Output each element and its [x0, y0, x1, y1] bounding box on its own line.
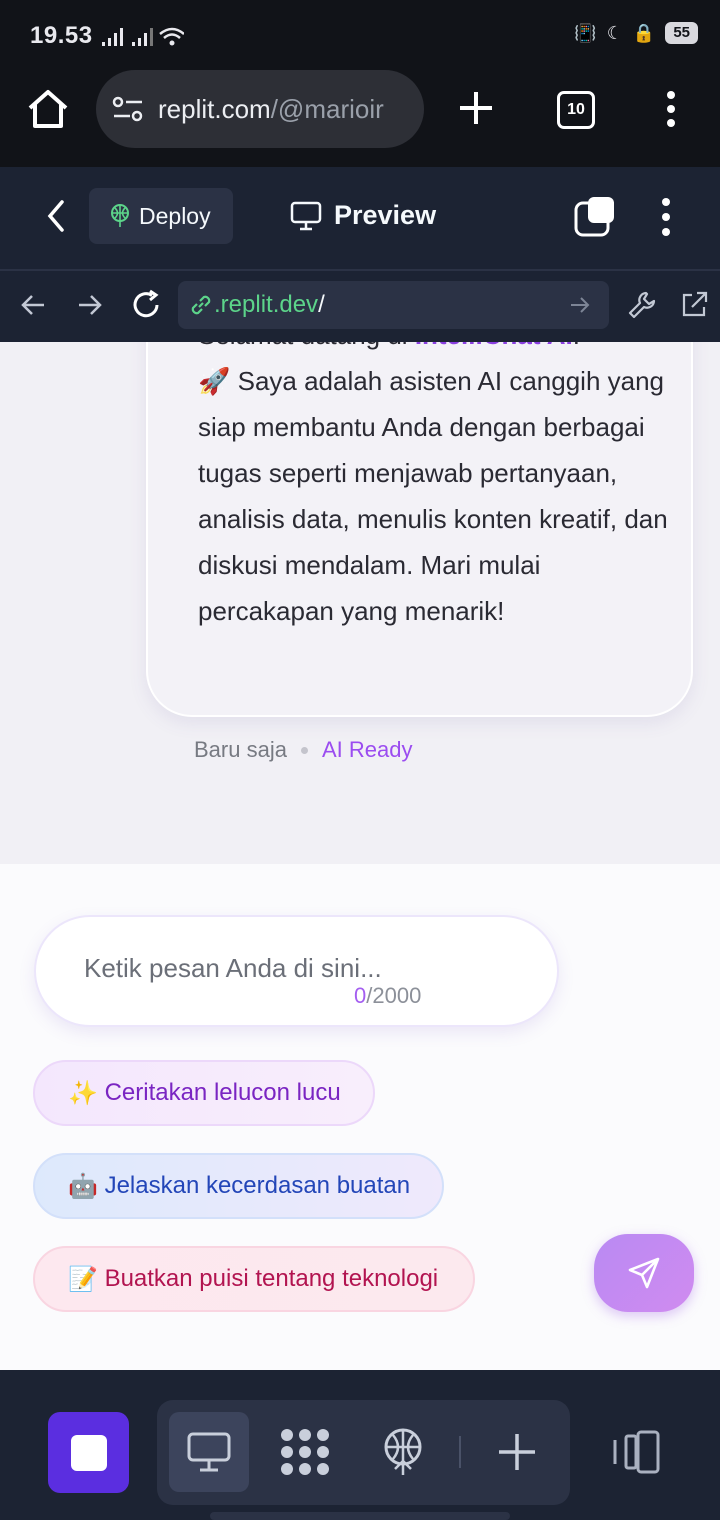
message-input-placeholder[interactable]: Ketik pesan Anda di sini... [84, 953, 382, 984]
preview-label: Preview [334, 200, 437, 230]
do-not-disturb-icon: ☾ [606, 22, 623, 43]
sparkles-icon: ✨ [68, 1079, 98, 1107]
status-bar: 19.53 📳 ☾ 🔒 55 [0, 0, 720, 72]
chevron-left-icon[interactable] [44, 198, 68, 239]
lock-icon: 🔒 [632, 22, 656, 43]
webview-url-field[interactable]: .replit.dev / [178, 281, 609, 329]
suggestion-label: Jelaskan kecerdasan buatan [104, 1172, 411, 1199]
tab-switcher-button[interactable]: 10 [557, 91, 595, 129]
rocket-emoji: 🚀 [198, 366, 231, 396]
reload-icon[interactable] [130, 289, 162, 326]
suggestion-chip-ai[interactable]: 🤖 Jelaskan kecerdasan buatan [33, 1153, 444, 1219]
char-counter: 0/2000 [354, 983, 422, 1008]
arrow-left-icon[interactable] [20, 292, 46, 323]
message-input[interactable]: Ketik pesan Anda di sini... 0/2000 [34, 915, 559, 1027]
deploy-button[interactable]: Deploy [89, 188, 233, 244]
arrow-right-icon[interactable] [77, 292, 103, 323]
chat-messages: Selamat datang di IntelliChat AI!🚀 Saya … [0, 342, 720, 864]
vibrate-icon: 📳 [574, 22, 597, 43]
home-icon[interactable] [26, 88, 70, 135]
agent-icon [281, 1429, 329, 1475]
tune-icon[interactable] [112, 95, 144, 123]
open-external-icon[interactable] [679, 290, 709, 325]
signal-icons [100, 26, 185, 53]
message-meta: Baru saja AI Ready [194, 737, 412, 763]
preview-tab[interactable]: Preview [290, 200, 436, 231]
ai-status: AI Ready [321, 737, 413, 762]
status-time: 19.53 [30, 22, 93, 49]
go-arrow-icon[interactable] [569, 294, 591, 316]
deploy-icon [384, 1428, 422, 1475]
plus-icon [499, 1434, 535, 1470]
new-tab-icon[interactable] [574, 195, 616, 242]
replit-menu-icon[interactable] [659, 197, 673, 242]
webview-url-domain: .replit.dev [214, 291, 319, 318]
status-right: 📳 ☾ 🔒 55 [574, 22, 698, 44]
plus-icon[interactable] [458, 90, 494, 131]
agent-tool-button[interactable] [265, 1412, 345, 1492]
suggestion-chip-joke[interactable]: ✨ Ceritakan lelucon lucu [33, 1060, 375, 1126]
signal-icon [102, 27, 185, 46]
deploy-tool-button[interactable] [363, 1412, 443, 1492]
memo-icon: 📝 [68, 1265, 98, 1293]
wrench-icon[interactable] [627, 290, 657, 325]
layout-toggle-icon[interactable] [612, 1430, 662, 1479]
suggestion-label: Buatkan puisi tentang teknologi [104, 1265, 439, 1292]
kebab-menu-icon[interactable] [664, 90, 678, 133]
preview-tool-button[interactable] [169, 1412, 249, 1492]
message-timestamp: Baru saja [194, 737, 287, 762]
address-text: replit.com/@marioir [158, 93, 384, 124]
stop-button[interactable] [48, 1412, 129, 1493]
separator-dot [300, 746, 308, 754]
deploy-label: Deploy [139, 202, 211, 229]
tool-switcher [157, 1400, 570, 1505]
monitor-icon [187, 1432, 231, 1472]
paper-plane-icon [628, 1257, 660, 1289]
gesture-bar [210, 1512, 510, 1520]
suggestion-chip-poem[interactable]: 📝 Buatkan puisi tentang teknologi [33, 1246, 475, 1312]
tool-divider [459, 1436, 461, 1468]
suggestion-label: Ceritakan lelucon lucu [104, 1079, 341, 1106]
link-icon [191, 295, 211, 315]
address-bar[interactable]: replit.com/@marioir [96, 70, 424, 148]
ai-message-bubble: Selamat datang di IntelliChat AI!🚀 Saya … [146, 342, 693, 717]
deploy-icon [111, 204, 129, 227]
send-button[interactable] [594, 1234, 694, 1312]
ai-message-text: Selamat datang di IntelliChat AI!🚀 Saya … [198, 342, 668, 626]
robot-icon: 🤖 [68, 1172, 98, 1200]
battery-indicator: 55 [665, 22, 698, 44]
monitor-icon [290, 201, 322, 230]
webview-url-path: / [318, 291, 325, 318]
stop-icon [70, 1434, 107, 1471]
add-tool-button[interactable] [477, 1412, 557, 1492]
